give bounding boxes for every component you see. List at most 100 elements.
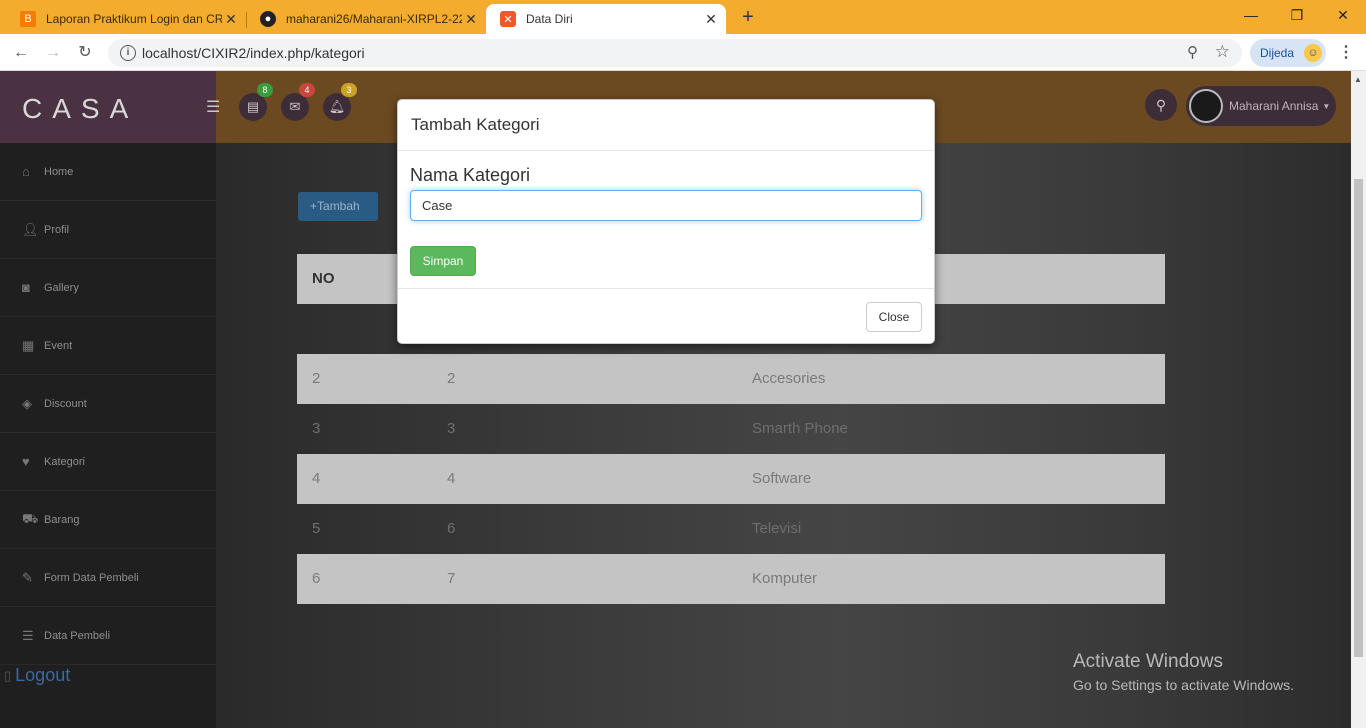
bell-icon[interactable]: 🔔︎ 3 bbox=[323, 83, 357, 121]
list-icon: ☰ bbox=[22, 627, 34, 643]
sidebar-item-profil[interactable]: 👤︎ Profil bbox=[0, 201, 216, 259]
sidebar-item-kategori[interactable]: ♥ Kategori bbox=[0, 433, 216, 491]
table-row: 5 6 Televisi bbox=[297, 504, 1165, 554]
address-bar[interactable]: i localhost/CIXIR2/index.php/kategori ⚲ … bbox=[108, 39, 1242, 67]
sidebar-item-gallery[interactable]: ◙ Gallery bbox=[0, 259, 216, 317]
heart-icon: ♥ bbox=[22, 454, 30, 469]
pencil-icon: ✎ bbox=[22, 569, 33, 585]
profile-label: Dijeda bbox=[1260, 46, 1295, 60]
messages-badge: 4 bbox=[299, 83, 315, 97]
avatar-icon: ☺ bbox=[1304, 44, 1323, 62]
simpan-button[interactable]: Simpan bbox=[410, 246, 476, 276]
search-icon[interactable]: ⚲ bbox=[1145, 89, 1177, 121]
close-tab-icon[interactable]: ✕ bbox=[222, 11, 240, 28]
sidebar-item-label: Form Data Pembeli bbox=[44, 571, 139, 584]
user-icon: 👤︎ bbox=[22, 221, 39, 237]
sidebar-item-barang[interactable]: ⛟ Barang bbox=[0, 491, 216, 549]
info-icon[interactable]: i bbox=[120, 45, 136, 61]
menu-icon[interactable]: ⋮ bbox=[1338, 42, 1354, 62]
logout-link[interactable]: ▯ Logout bbox=[4, 665, 70, 686]
browser-tab-github[interactable]: ● maharani26/Maharani-XIRPL2-22 ✕ bbox=[246, 4, 486, 34]
sidebar-item-label: Kategori bbox=[44, 455, 85, 468]
cell-nama: Smarth Phone bbox=[752, 420, 848, 437]
tag-icon: ◈ bbox=[22, 395, 32, 411]
bookmark-star-icon[interactable]: ☆ bbox=[1215, 42, 1230, 62]
tasks-badge: 8 bbox=[257, 83, 273, 97]
back-icon[interactable]: ← bbox=[10, 42, 32, 64]
close-tab-icon[interactable]: ✕ bbox=[702, 11, 720, 28]
close-button[interactable]: Close bbox=[866, 302, 922, 332]
logout-label: Logout bbox=[15, 665, 71, 685]
cell-id: 4 bbox=[447, 470, 456, 487]
profile-button[interactable]: Dijeda ☺ bbox=[1250, 39, 1326, 67]
browser-tab-bar: B Laporan Praktikum Login dan CR ✕ ● mah… bbox=[0, 0, 1366, 34]
sidebar-item-event[interactable]: ▦ Event bbox=[0, 317, 216, 375]
cell-id: 3 bbox=[447, 420, 456, 437]
browser-tab-laporan[interactable]: B Laporan Praktikum Login dan CR ✕ bbox=[6, 4, 246, 34]
close-window-icon[interactable]: ✕ bbox=[1320, 4, 1366, 26]
modal-footer: Close bbox=[398, 289, 934, 344]
close-tab-icon[interactable]: ✕ bbox=[462, 11, 480, 28]
table-row: 2 2 Accesories bbox=[297, 354, 1165, 404]
cell-nama: Televisi bbox=[752, 520, 802, 537]
tab-title: Laporan Praktikum Login dan CR bbox=[46, 12, 222, 26]
watermark-subtitle: Go to Settings to activate Windows. bbox=[1073, 677, 1294, 693]
restore-icon[interactable]: ❐ bbox=[1274, 4, 1320, 26]
cell-nama: Software bbox=[752, 470, 812, 487]
hamburger-icon[interactable]: ☰ bbox=[206, 97, 220, 117]
watermark-title: Activate Windows bbox=[1073, 651, 1223, 672]
modal-body: Nama Kategori Simpan bbox=[398, 151, 934, 289]
cell-no: 5 bbox=[312, 520, 321, 537]
minimize-icon[interactable]: — bbox=[1228, 4, 1274, 26]
nama-kategori-input[interactable] bbox=[410, 190, 922, 221]
cell-id: 6 bbox=[447, 520, 456, 537]
blogger-icon: B bbox=[20, 11, 36, 27]
zoom-icon[interactable]: ⚲ bbox=[1187, 43, 1198, 61]
forward-icon[interactable]: → bbox=[42, 42, 64, 64]
gift-icon: ▦ bbox=[22, 337, 35, 353]
tab-title: maharani26/Maharani-XIRPL2-22 bbox=[286, 12, 462, 26]
scroll-up-icon[interactable]: ▲ bbox=[1354, 75, 1362, 84]
sidebar-item-label: Data Pembeli bbox=[44, 629, 111, 642]
cell-no: 3 bbox=[312, 420, 321, 437]
notifications-badge: 3 bbox=[341, 83, 357, 97]
caret-down-icon: ▼ bbox=[1322, 101, 1331, 111]
add-button-label: Tambah bbox=[317, 199, 360, 213]
sidebar-item-discount[interactable]: ◈ Discount bbox=[0, 375, 216, 433]
tasks-icon[interactable]: ▤ 8 bbox=[239, 83, 273, 121]
cell-id: 7 bbox=[447, 570, 456, 587]
brand-logo[interactable]: CASA bbox=[0, 71, 216, 143]
tab-title: Data Diri bbox=[526, 12, 573, 26]
envelope-icon[interactable]: ✉ 4 bbox=[281, 83, 315, 121]
add-button[interactable]: +Tambah bbox=[298, 192, 378, 221]
user-name: Maharani Annisa bbox=[1229, 99, 1319, 113]
cell-no: 4 bbox=[312, 470, 321, 487]
avatar bbox=[1189, 89, 1223, 123]
home-icon: ⌂ bbox=[22, 164, 30, 179]
sidebar-item-label: Profil bbox=[44, 223, 70, 236]
table-row: 3 3 Smarth Phone bbox=[297, 404, 1165, 454]
sidebar-item-label: Gallery bbox=[44, 281, 79, 294]
mobile-icon: ▯ bbox=[4, 667, 12, 683]
table-row: 4 4 Software bbox=[297, 454, 1165, 504]
sidebar-item-home[interactable]: ⌂ Home bbox=[0, 143, 216, 201]
camera-icon: ◙ bbox=[22, 280, 30, 295]
sidebar-item-label: Home bbox=[44, 165, 74, 178]
sidebar-item-label: Barang bbox=[44, 513, 80, 526]
activate-windows-watermark: Activate Windows Go to Settings to activ… bbox=[1073, 651, 1294, 693]
cell-nama: Komputer bbox=[752, 570, 818, 587]
cell-nama: Accesories bbox=[752, 370, 826, 387]
new-tab-icon[interactable]: + bbox=[738, 6, 758, 28]
reload-icon[interactable]: ↻ bbox=[74, 42, 96, 64]
header-no: NO bbox=[312, 270, 335, 287]
plus-icon: + bbox=[310, 199, 318, 213]
browser-tab-data-diri[interactable]: ✕ Data Diri ✕ bbox=[486, 4, 726, 34]
scrollbar-thumb[interactable] bbox=[1354, 179, 1363, 657]
table-row: 6 7 Komputer bbox=[297, 554, 1165, 604]
user-menu[interactable]: Maharani Annisa ▼ bbox=[1186, 86, 1336, 126]
modal-title: Tambah Kategori bbox=[398, 100, 934, 151]
sidebar-item-form-data-pembeli[interactable]: ✎ Form Data Pembeli bbox=[0, 549, 216, 607]
sidebar-item-data-pembeli[interactable]: ☰ Data Pembeli bbox=[0, 607, 216, 665]
page-scrollbar[interactable]: ▲ bbox=[1351, 71, 1366, 728]
url-text[interactable]: localhost/CIXIR2/index.php/kategori bbox=[142, 45, 365, 61]
